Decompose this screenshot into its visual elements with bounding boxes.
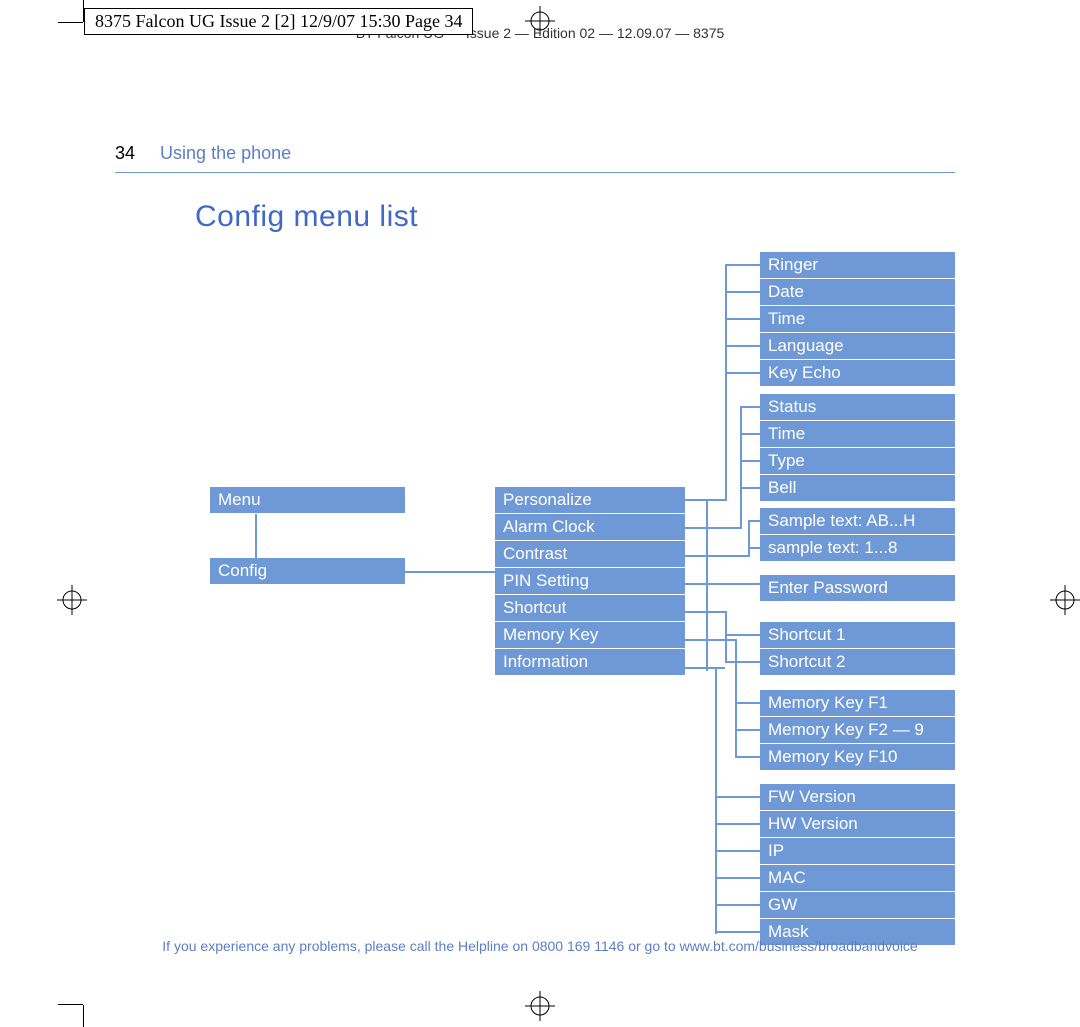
menu-box-contrast: Contrast xyxy=(495,541,685,568)
print-slug: 8375 Falcon UG Issue 2 [2] 12/9/07 15:30… xyxy=(84,8,473,35)
page-title: Config menu list xyxy=(195,200,418,234)
menu-box: Bell xyxy=(760,475,955,501)
registration-mark-icon xyxy=(525,991,555,1021)
memory-submenu: Memory Key F1 Memory Key F2 — 9 Memory K… xyxy=(760,690,955,770)
config-submenu: Personalize Alarm Clock Contrast PIN Set… xyxy=(495,487,685,675)
menu-box: FW Version xyxy=(760,784,955,811)
menu-box-shortcut: Shortcut xyxy=(495,595,685,622)
section-title: Using the phone xyxy=(160,143,291,163)
menu-box: Time xyxy=(760,421,955,448)
menu-box-config: Config xyxy=(210,558,405,585)
menu-box-memorykey: Memory Key xyxy=(495,622,685,649)
registration-mark-icon xyxy=(57,585,87,615)
registration-mark-icon xyxy=(1050,585,1080,615)
menu-box-pin: PIN Setting xyxy=(495,568,685,595)
menu-box: MAC xyxy=(760,865,955,892)
alarm-submenu: Status Time Type Bell xyxy=(760,394,955,501)
contrast-submenu: Sample text: AB...H sample text: 1...8 xyxy=(760,508,955,561)
shortcut-submenu: Shortcut 1 Shortcut 2 xyxy=(760,622,955,675)
menu-box: Sample text: AB...H xyxy=(760,508,955,535)
menu-box: Shortcut 2 xyxy=(760,649,955,675)
menu-box: Date xyxy=(760,279,955,306)
personalize-submenu: Ringer Date Time Language Key Echo xyxy=(760,252,955,386)
menu-box: GW xyxy=(760,892,955,919)
menu-box: Memory Key F1 xyxy=(760,690,955,717)
menu-box: IP xyxy=(760,838,955,865)
menu-box: Type xyxy=(760,448,955,475)
menu-box-alarmclock: Alarm Clock xyxy=(495,514,685,541)
menu-box-menu: Menu xyxy=(210,487,405,514)
menu-box: Enter Password xyxy=(760,575,955,601)
menu-box: Memory Key F10 xyxy=(760,744,955,770)
info-submenu: FW Version HW Version IP MAC GW Mask xyxy=(760,784,955,945)
divider xyxy=(115,172,955,173)
menu-box-personalize: Personalize xyxy=(495,487,685,514)
pin-submenu: Enter Password xyxy=(760,575,955,601)
menu-box-information: Information xyxy=(495,649,685,675)
menu-box: sample text: 1...8 xyxy=(760,535,955,561)
menu-box: Key Echo xyxy=(760,360,955,386)
menu-box: Ringer xyxy=(760,252,955,279)
page-number: 34 xyxy=(115,143,135,163)
menu-box: Memory Key F2 — 9 xyxy=(760,717,955,744)
footer-help-text: If you experience any problems, please c… xyxy=(0,938,1080,954)
menu-box: Language xyxy=(760,333,955,360)
menu-box: Status xyxy=(760,394,955,421)
menu-box: Shortcut 1 xyxy=(760,622,955,649)
menu-box: Time xyxy=(760,306,955,333)
menu-box: HW Version xyxy=(760,811,955,838)
running-head: 34 Using the phone xyxy=(115,143,291,164)
